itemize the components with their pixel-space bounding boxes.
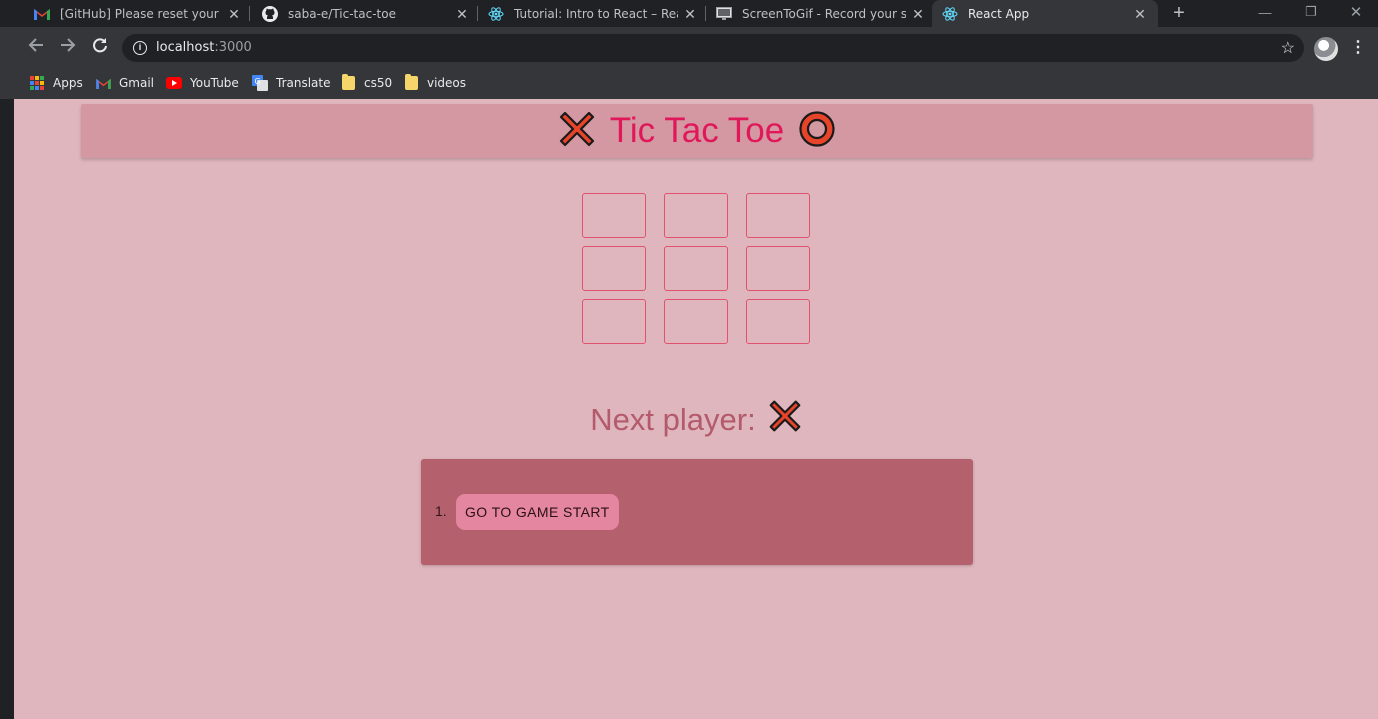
new-tab-button[interactable]: + — [1169, 3, 1189, 23]
next-player-x-icon — [768, 399, 802, 441]
gmail-icon — [34, 6, 50, 22]
close-tab-icon[interactable]: ✕ — [226, 6, 242, 22]
bookmark-youtube[interactable]: YouTube — [166, 73, 239, 93]
bookmark-label: YouTube — [190, 76, 239, 90]
tab-github-reset[interactable]: [GitHub] Please reset your pass ✕ — [22, 0, 248, 27]
board-cell[interactable] — [582, 193, 646, 238]
screentogif-icon — [716, 6, 732, 22]
move-number: 1. — [435, 503, 447, 519]
bookmark-label: videos — [427, 76, 467, 90]
tab-title: ScreenToGif - Record your scre — [742, 6, 906, 21]
bookmark-apps[interactable]: Apps — [29, 73, 83, 93]
game-status: Next player: — [14, 399, 1378, 441]
tab-title: saba-e/Tic-tac-toe — [288, 6, 396, 21]
bookmark-label: Translate — [276, 76, 331, 90]
tab-title: [GitHub] Please reset your pass — [60, 6, 222, 21]
forward-button[interactable] — [57, 36, 79, 58]
go-to-game-start-button[interactable]: GO TO GAME START — [456, 494, 619, 530]
board-cell[interactable] — [746, 246, 810, 291]
tab-screentogif[interactable]: ScreenToGif - Record your scre ✕ — [706, 0, 932, 27]
react-icon — [488, 6, 504, 22]
move-history-panel: 1. GO TO GAME START — [421, 459, 973, 565]
url-port: :3000 — [214, 40, 252, 55]
tab-tic-tac-toe-repo[interactable]: saba-e/Tic-tac-toe ✕ — [250, 0, 476, 27]
game-board — [582, 193, 810, 345]
folder-icon — [403, 74, 419, 91]
close-window-button[interactable]: ✕ — [1334, 0, 1378, 24]
tab-react-app[interactable]: React App ✕ — [932, 0, 1158, 27]
board-cell[interactable] — [746, 193, 810, 238]
o-mark-icon — [798, 110, 836, 153]
tab-title: React App — [968, 6, 1030, 21]
browser-menu-icon[interactable]: ⋮ — [1350, 36, 1366, 60]
bookmark-label: Apps — [53, 76, 83, 90]
board-cell[interactable] — [582, 299, 646, 344]
react-icon — [942, 6, 958, 22]
bookmark-label: cs50 — [364, 76, 393, 90]
github-icon — [262, 5, 278, 22]
browser-toolbar: i localhost:3000 ☆ ⋮ — [0, 27, 1378, 67]
forward-arrow-icon — [61, 38, 76, 52]
tab-title: Tutorial: Intro to React – React — [514, 6, 678, 21]
gmail-icon — [95, 75, 111, 91]
address-bar[interactable]: i localhost:3000 ☆ — [122, 34, 1304, 62]
tab-react-tutorial[interactable]: Tutorial: Intro to React – React ✕ — [478, 0, 704, 27]
back-arrow-icon — [28, 38, 43, 52]
app-title: Tic Tac Toe — [609, 111, 785, 150]
restore-button[interactable]: ❐ — [1289, 0, 1333, 24]
tab-strip: [GitHub] Please reset your pass ✕ saba-e… — [0, 0, 1378, 27]
reload-icon — [93, 38, 107, 53]
bookmark-translate[interactable]: G Translate — [252, 73, 331, 93]
url-host: localhost — [156, 40, 215, 55]
next-player-label: Next player: — [590, 402, 756, 437]
translate-icon: G — [252, 75, 268, 91]
back-button[interactable] — [25, 36, 47, 58]
board-cell[interactable] — [664, 299, 728, 344]
close-tab-icon[interactable]: ✕ — [1132, 6, 1148, 22]
board-cell[interactable] — [746, 299, 810, 344]
board-cell[interactable] — [664, 246, 728, 291]
site-info-icon[interactable]: i — [133, 41, 147, 55]
apps-grid-icon — [29, 75, 45, 91]
bookmark-cs50[interactable]: cs50 — [340, 73, 392, 93]
x-mark-icon — [558, 110, 596, 153]
url-text: localhost:3000 — [156, 40, 252, 55]
bookmark-label: Gmail — [119, 76, 155, 90]
close-tab-icon[interactable]: ✕ — [910, 6, 926, 22]
app-header: Tic Tac Toe — [81, 104, 1313, 158]
close-tab-icon[interactable]: ✕ — [682, 6, 698, 22]
board-cell[interactable] — [664, 193, 728, 238]
reload-button[interactable] — [89, 36, 111, 58]
page-viewport: Tic Tac Toe Next player: 1. GO TO GAME S… — [14, 99, 1378, 719]
bookmark-videos[interactable]: videos — [403, 73, 466, 93]
bookmarks-bar: Apps Gmail YouTube G Translate cs50 vide… — [0, 67, 1378, 99]
bookmark-star-icon[interactable]: ☆ — [1281, 38, 1295, 58]
svg-text:G: G — [255, 77, 261, 86]
profile-avatar[interactable] — [1314, 37, 1338, 61]
minimize-button[interactable]: — — [1243, 0, 1287, 24]
youtube-icon — [166, 75, 182, 91]
bookmark-gmail[interactable]: Gmail — [95, 73, 154, 93]
folder-icon — [340, 74, 356, 91]
close-tab-icon[interactable]: ✕ — [454, 6, 470, 22]
board-cell[interactable] — [582, 246, 646, 291]
